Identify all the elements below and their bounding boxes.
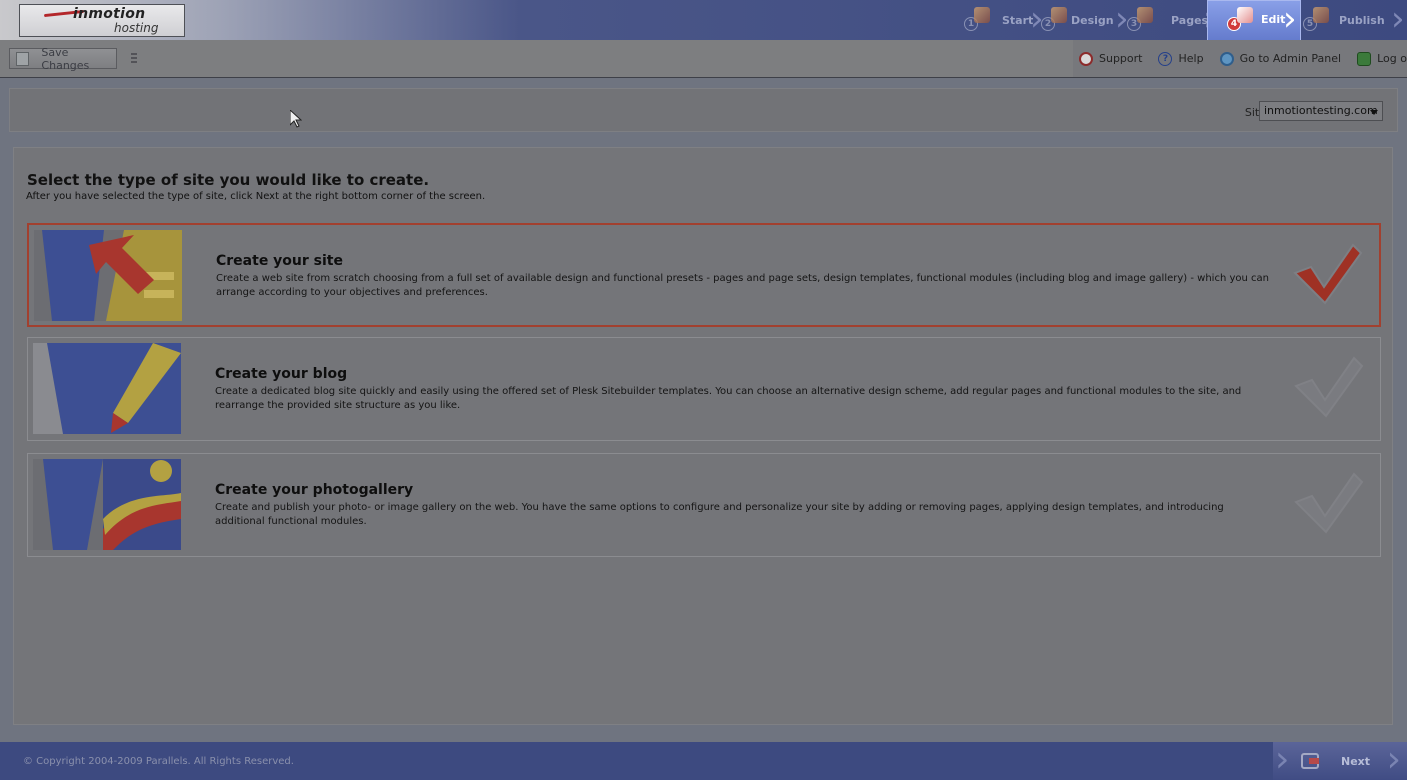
chevron-right-icon: ›	[1283, 0, 1297, 39]
option-create-photogallery[interactable]: Create your photogallery Create and publ…	[27, 453, 1381, 557]
option-title: Create your site	[216, 253, 343, 269]
option-create-site[interactable]: Create your site Create a web site from …	[27, 223, 1381, 327]
step-design[interactable]: 2 Design ›	[1035, 0, 1129, 40]
design-icon	[1051, 7, 1067, 23]
logout-label: Log out	[1377, 52, 1407, 65]
step-start[interactable]: 1 Start ›	[946, 0, 1044, 40]
help-link[interactable]: ? Help	[1158, 51, 1204, 66]
admin-panel-icon	[1219, 51, 1234, 66]
logout-link[interactable]: Log out	[1357, 51, 1407, 66]
top-wizard-bar: inmotion hosting 1 Start › 2 Design › 3 …	[0, 0, 1407, 46]
site-selector-row: Site inmotiontesting.com	[9, 88, 1398, 132]
site-type-panel: Select the type of site you would like t…	[13, 147, 1393, 725]
mouse-cursor-icon	[290, 110, 302, 128]
option-description: Create a web site from scratch choosing …	[216, 273, 1269, 298]
save-changes-button[interactable]: Save Changes	[9, 45, 117, 72]
dropdown-arrow-icon	[1370, 110, 1378, 115]
support-label: Support	[1099, 52, 1143, 65]
checkmark-selected-icon	[1293, 243, 1363, 305]
next-icon	[1301, 753, 1319, 769]
step-label: Design	[1071, 13, 1114, 27]
support-link[interactable]: Support	[1079, 51, 1143, 66]
option-title: Create your blog	[215, 366, 348, 382]
option-title: Create your photogallery	[215, 482, 414, 498]
site-select-dropdown[interactable]: inmotiontesting.com	[1259, 101, 1383, 121]
next-label: Next	[1341, 754, 1371, 768]
next-button[interactable]: › Next ›	[1273, 742, 1407, 780]
create-photogallery-thumbnail	[33, 459, 181, 550]
support-icon	[1079, 51, 1093, 66]
toolbar-grip-handle[interactable]	[131, 53, 137, 65]
step-publish[interactable]: 5 Publish ›	[1301, 0, 1405, 40]
chevron-left-icon: ›	[1275, 739, 1290, 780]
save-changes-label: Save Changes	[41, 45, 90, 72]
toolbar-links: Support ? Help Go to Admin Panel Log out	[1073, 40, 1407, 77]
pages-icon	[1137, 7, 1153, 23]
option-description: Create a dedicated blog site quickly and…	[215, 386, 1242, 411]
admin-panel-label: Go to Admin Panel	[1239, 52, 1342, 65]
help-icon: ?	[1158, 51, 1173, 66]
page-title: Select the type of site you would like t…	[27, 171, 430, 189]
step-pages[interactable]: 3 Pages ›	[1121, 0, 1217, 40]
chevron-right-icon: ›	[1386, 739, 1401, 780]
save-disk-icon	[16, 51, 30, 66]
logout-icon	[1357, 51, 1372, 66]
logo-main-text: inmotion	[73, 6, 146, 22]
checkmark-unselected-icon	[1294, 356, 1364, 418]
help-label: Help	[1178, 52, 1204, 65]
create-site-thumbnail	[34, 230, 182, 321]
option-create-blog[interactable]: Create your blog Create a dedicated blog…	[27, 337, 1381, 441]
inmotion-hosting-logo[interactable]: inmotion hosting	[19, 4, 185, 37]
logo-sub-text: hosting	[114, 21, 159, 35]
checkmark-unselected-icon	[1294, 472, 1364, 534]
publish-icon	[1313, 7, 1329, 23]
step-label: Edit	[1261, 13, 1286, 26]
start-icon	[974, 7, 990, 23]
chevron-right-icon: ›	[1391, 0, 1405, 39]
step-label: Publish	[1339, 13, 1385, 27]
edit-icon	[1237, 7, 1253, 23]
footer-bar: © Copyright 2004-2009 Parallels. All Rig…	[0, 742, 1407, 780]
page-instructions: After you have selected the type of site…	[26, 191, 486, 202]
create-blog-thumbnail	[33, 343, 181, 434]
option-description: Create and publish your photo- or image …	[215, 502, 1224, 527]
admin-panel-link[interactable]: Go to Admin Panel	[1219, 51, 1342, 66]
site-select-value: inmotiontesting.com	[1264, 104, 1378, 117]
copyright-text: © Copyright 2004-2009 Parallels. All Rig…	[23, 756, 294, 767]
toolbar: Save Changes Support ? Help Go to Admin …	[0, 40, 1407, 78]
step-label: Start	[1002, 13, 1034, 27]
